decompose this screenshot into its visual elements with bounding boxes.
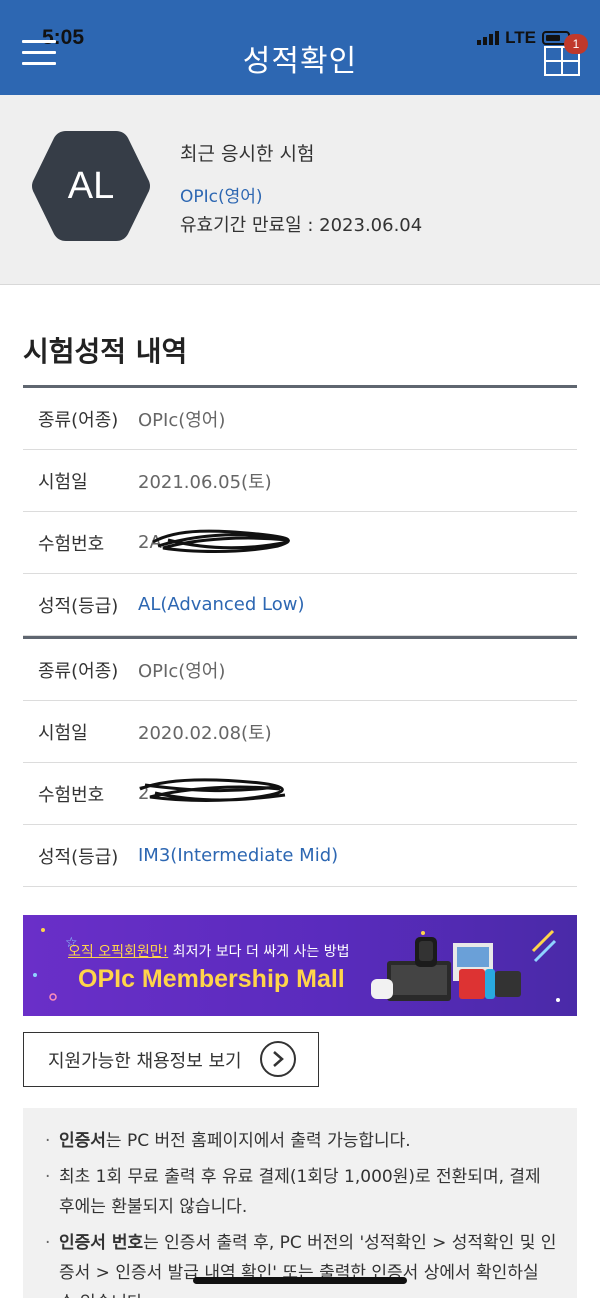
score-history-table: 종류(어종) OPIc(영어) 시험일 2021.06.05(토) 수험번호 2… [23, 385, 577, 887]
app-header: 5:05 LTE 성적확인 1 [0, 0, 600, 95]
redaction-scribble [139, 778, 286, 802]
banner-title: OPIc Membership Mall [78, 965, 345, 993]
notification-badge: 1 [564, 34, 588, 54]
row-label: 성적(등급) [38, 595, 119, 617]
notice-item: 인증서는 PC 버전 홈페이지에서 출력 가능합니다. [45, 1126, 557, 1156]
avatar: AL [67, 164, 115, 207]
job-info-label: 지원가능한 채용정보 보기 [48, 1050, 242, 1072]
row-label: 수험번호 [38, 533, 105, 555]
notice-item: 최초 1회 무료 출력 후 유료 결제(1회당 1,000원)로 전환되며, 결… [45, 1162, 557, 1222]
chevron-right-icon [260, 1041, 296, 1077]
home-indicator [193, 1277, 407, 1284]
row-value: OPIc(영어) [138, 660, 226, 682]
page-title: 성적확인 [242, 44, 358, 79]
row-value: OPIc(영어) [138, 409, 226, 431]
row-label: 시험일 [38, 722, 88, 744]
score-record: 종류(어종) OPIc(영어) 시험일 2021.06.05(토) 수험번호 2… [23, 385, 577, 636]
table-row: 성적(등급) AL(Advanced Low) [23, 574, 577, 636]
table-row: 종류(어종) OPIc(영어) [23, 388, 577, 450]
grade-value: IM3(Intermediate Mid) [138, 845, 339, 866]
products-image [371, 937, 521, 1001]
table-row: 수험번호 2A [23, 512, 577, 574]
row-value: 2 [138, 778, 286, 804]
row-label: 성적(등급) [38, 846, 119, 868]
table-row: 성적(등급) IM3(Intermediate Mid) [23, 825, 577, 887]
recent-exam-title: 최근 응시한 시험 [180, 143, 315, 165]
row-value: 2A [138, 529, 290, 553]
table-row: 수험번호 2 [23, 763, 577, 825]
row-label: 종류(어종) [38, 409, 119, 431]
score-record: 종류(어종) OPIc(영어) 시험일 2020.02.08(토) 수험번호 2… [23, 636, 577, 887]
table-row: 종류(어종) OPIc(영어) [23, 639, 577, 701]
recent-exam-name[interactable]: OPIc(영어) [180, 182, 263, 207]
redaction-scribble [152, 529, 290, 553]
job-info-button[interactable]: 지원가능한 채용정보 보기 [23, 1032, 319, 1087]
row-value: 2020.02.08(토) [138, 722, 272, 744]
row-value: 2021.06.05(토) [138, 471, 272, 493]
banner-subtitle: 오직 오픽회원만! 최저가 보다 더 싸게 사는 방법 [68, 944, 350, 960]
row-label: 수험번호 [38, 784, 105, 806]
row-label: 종류(어종) [38, 660, 119, 682]
grade-value: AL(Advanced Low) [138, 594, 305, 615]
notice-item: 인증서 번호는 인증서 출력 후, PC 버전의 '성적확인 > 성적확인 및 … [45, 1228, 557, 1298]
section-title: 시험성적 내역 [23, 335, 188, 368]
profile-summary: AL 최근 응시한 시험 OPIc(영어) 유효기간 만료일 : 2023.06… [0, 95, 600, 285]
membership-mall-banner[interactable]: ☆ 오직 오픽회원만! 최저가 보다 더 싸게 사는 방법 OPIc Membe… [23, 915, 577, 1016]
certificate-notice: 인증서는 PC 버전 홈페이지에서 출력 가능합니다. 최초 1회 무료 출력 … [23, 1108, 577, 1298]
table-row: 시험일 2021.06.05(토) [23, 450, 577, 512]
row-label: 시험일 [38, 471, 88, 493]
table-row: 시험일 2020.02.08(토) [23, 701, 577, 763]
expire-date: 유효기간 만료일 : 2023.06.04 [180, 215, 423, 236]
